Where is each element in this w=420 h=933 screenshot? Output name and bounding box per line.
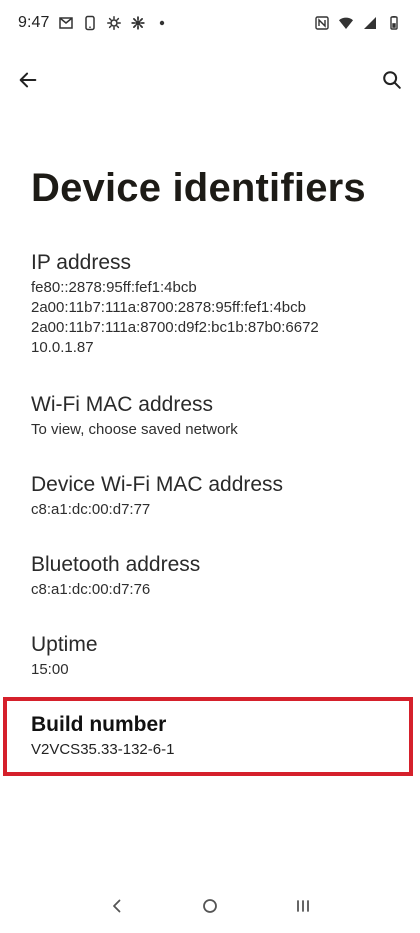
preference-device-wifi-mac-address[interactable]: Device Wi-Fi MAC address c8:a1:dc:00:d7:…	[0, 470, 420, 520]
arrow-back-icon	[17, 69, 39, 96]
wifi-icon	[338, 15, 354, 31]
preference-wifi-mac-address[interactable]: Wi-Fi MAC address To view, choose saved …	[0, 390, 420, 440]
preference-title-build-number: Build number	[31, 713, 167, 736]
signal-icon	[362, 15, 378, 31]
nav-home-icon	[200, 896, 220, 921]
phone-mobile-icon	[82, 15, 98, 31]
nav-back-icon	[107, 896, 127, 921]
nav-home-button[interactable]	[186, 888, 234, 928]
search-button[interactable]	[370, 60, 414, 104]
nav-recents-button[interactable]	[279, 888, 327, 928]
navigation-bar	[0, 883, 420, 933]
preference-ip-address[interactable]: IP address fe80::2878:95ff:fef1:4bcb 2a0…	[0, 248, 420, 358]
status-left: 9:47	[18, 14, 170, 32]
battery-icon	[386, 15, 402, 31]
gmail-icon	[58, 15, 74, 31]
ip-address-line-3: 2a00:11b7:111a:8700:d9f2:bc1b:87b0:6672	[31, 319, 319, 336]
notification-dot-icon	[154, 15, 170, 31]
search-icon	[381, 69, 403, 96]
ip-address-line-1: fe80::2878:95ff:fef1:4bcb	[31, 279, 197, 296]
nav-back-button[interactable]	[93, 888, 141, 928]
page-title: Device identifiers	[31, 166, 366, 210]
preference-title-uptime: Uptime	[31, 633, 98, 656]
nav-recents-icon	[293, 896, 313, 921]
preference-title-ip-address: IP address	[31, 251, 132, 274]
preference-summary-ip-address: fe80::2878:95ff:fef1:4bcb 2a00:11b7:111a…	[31, 278, 389, 358]
back-button[interactable]	[6, 60, 50, 104]
top-app-bar	[0, 54, 420, 110]
nfc-icon	[314, 15, 330, 31]
preference-title-wifi-mac-address: Wi-Fi MAC address	[31, 393, 214, 416]
status-right	[314, 15, 402, 31]
preference-bluetooth-address[interactable]: Bluetooth address c8:a1:dc:00:d7:76	[0, 550, 420, 600]
preference-summary-uptime: 15:00	[31, 661, 69, 678]
preference-summary-wifi-mac-address: To view, choose saved network	[31, 421, 238, 438]
ip-address-line-4: 10.0.1.87	[31, 339, 94, 356]
preference-title-device-wifi-mac-address: Device Wi-Fi MAC address	[31, 473, 284, 496]
preference-summary-device-wifi-mac-address: c8:a1:dc:00:d7:77	[31, 501, 151, 518]
settings-gear-icon	[106, 15, 122, 31]
ip-address-line-2: 2a00:11b7:111a:8700:2878:95ff:fef1:4bcb	[31, 299, 306, 316]
status-time: 9:47	[18, 14, 50, 31]
preference-uptime[interactable]: Uptime 15:00	[0, 630, 420, 680]
preference-summary-build-number: V2VCS35.33-132-6-1	[31, 741, 175, 758]
preference-build-number[interactable]: Build number V2VCS35.33-132-6-1	[0, 710, 420, 760]
settings-cog-icon	[130, 15, 146, 31]
preference-summary-bluetooth-address: c8:a1:dc:00:d7:76	[31, 581, 151, 598]
status-bar: 9:47	[0, 0, 420, 46]
screen: 9:47 Device identifiers IP address fe80:…	[0, 0, 420, 933]
preference-title-bluetooth-address: Bluetooth address	[31, 553, 201, 576]
